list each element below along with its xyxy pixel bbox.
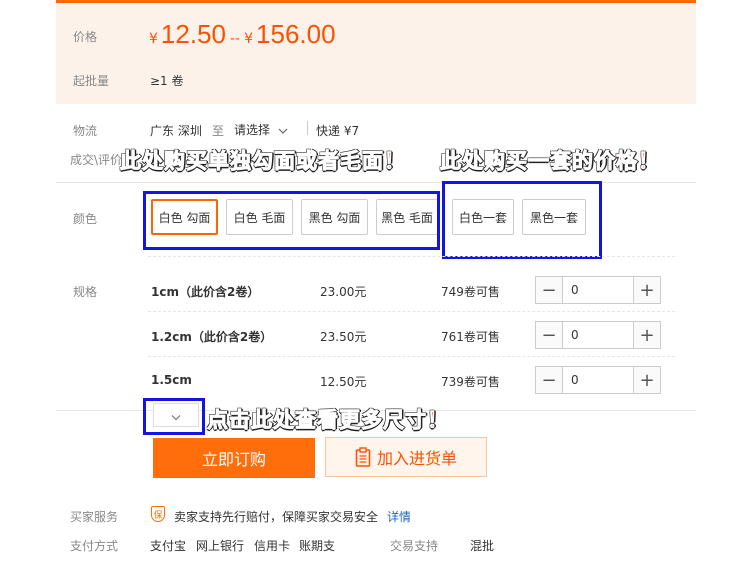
- increment-button[interactable]: +: [634, 322, 660, 348]
- currency-symbol: ¥: [244, 31, 254, 47]
- payment-method: 信用卡: [254, 539, 291, 553]
- price-label: 价格: [73, 30, 98, 44]
- order-now-button[interactable]: 立即订购: [153, 438, 315, 478]
- annotation-text-single: 此处购买单独勾面或者毛面！: [120, 149, 406, 174]
- spec-stock: 739卷可售: [441, 375, 500, 389]
- add-to-cart-button[interactable]: 加入进货单: [325, 437, 487, 477]
- quantity-stepper[interactable]: − 0 +: [535, 276, 661, 304]
- payment-method: 网上银行: [196, 539, 245, 553]
- trade-support-label: 交易支持: [390, 539, 439, 553]
- quantity-input[interactable]: 0: [562, 277, 634, 303]
- spec-size: 1.2cm（此价含2卷）: [151, 330, 273, 344]
- decrement-button[interactable]: −: [536, 322, 562, 348]
- ship-from: 广东 深圳: [150, 124, 202, 138]
- logistics-label: 物流: [73, 124, 98, 138]
- deals-label[interactable]: 成交\评价: [70, 151, 122, 168]
- spec-size: 1.5cm: [151, 373, 192, 387]
- divider: [148, 356, 675, 357]
- quantity-stepper[interactable]: − 0 +: [535, 366, 661, 394]
- moq-label: 起批量: [73, 74, 110, 88]
- annotation-box-set: [442, 181, 602, 259]
- services-label: 买家服务: [70, 510, 119, 524]
- currency-symbol: ¥: [149, 31, 158, 47]
- spec-size: 1cm（此价含2卷）: [151, 285, 260, 299]
- price-range: ¥ 12.50 -- ¥ 156.00: [149, 19, 336, 50]
- payment-method: 账期支: [299, 539, 336, 553]
- payment-label: 支付方式: [70, 539, 119, 553]
- divider: [307, 121, 308, 135]
- color-label: 颜色: [73, 212, 98, 226]
- decrement-button[interactable]: −: [536, 367, 562, 393]
- increment-button[interactable]: +: [634, 277, 660, 303]
- divider: [148, 311, 675, 312]
- destination-select[interactable]: 请选择: [234, 120, 288, 139]
- spec-stock: 749卷可售: [441, 285, 500, 299]
- spec-price: 12.50元: [320, 375, 367, 389]
- annotation-text-more: 点击此处查看更多尺寸！: [207, 408, 449, 433]
- destination-value: 请选择: [234, 123, 271, 137]
- clipboard-icon: [355, 447, 371, 467]
- spec-label: 规格: [73, 285, 98, 299]
- price-high: 156.00: [256, 19, 336, 49]
- shipping-fee: 快递 ¥7: [316, 124, 360, 138]
- spec-price: 23.50元: [320, 330, 367, 344]
- quantity-input[interactable]: 0: [562, 322, 634, 348]
- services-text: 卖家支持先行赔付，保障买家交易安全: [174, 510, 379, 524]
- quantity-stepper[interactable]: − 0 +: [535, 321, 661, 349]
- quantity-input[interactable]: 0: [562, 367, 634, 393]
- divider: [148, 256, 675, 257]
- shield-icon: 保: [151, 506, 165, 522]
- payment-method: 支付宝: [150, 539, 187, 553]
- price-separator: --: [230, 31, 241, 47]
- spec-price: 23.00元: [320, 285, 367, 299]
- trade-support-value: 混批: [470, 539, 495, 553]
- spec-stock: 761卷可售: [441, 330, 500, 344]
- annotation-text-set: 此处购买一套的价格！: [440, 149, 660, 174]
- decrement-button[interactable]: −: [536, 277, 562, 303]
- increment-button[interactable]: +: [634, 367, 660, 393]
- services-details-link[interactable]: 详情: [387, 508, 411, 525]
- annotation-box-more: [143, 398, 205, 435]
- annotation-box-single: [143, 191, 440, 250]
- chevron-down-icon: [278, 120, 288, 139]
- price-low: 12.50: [160, 19, 226, 49]
- ship-to-word: 至: [212, 124, 225, 138]
- moq-value: ≥1 卷: [150, 74, 184, 88]
